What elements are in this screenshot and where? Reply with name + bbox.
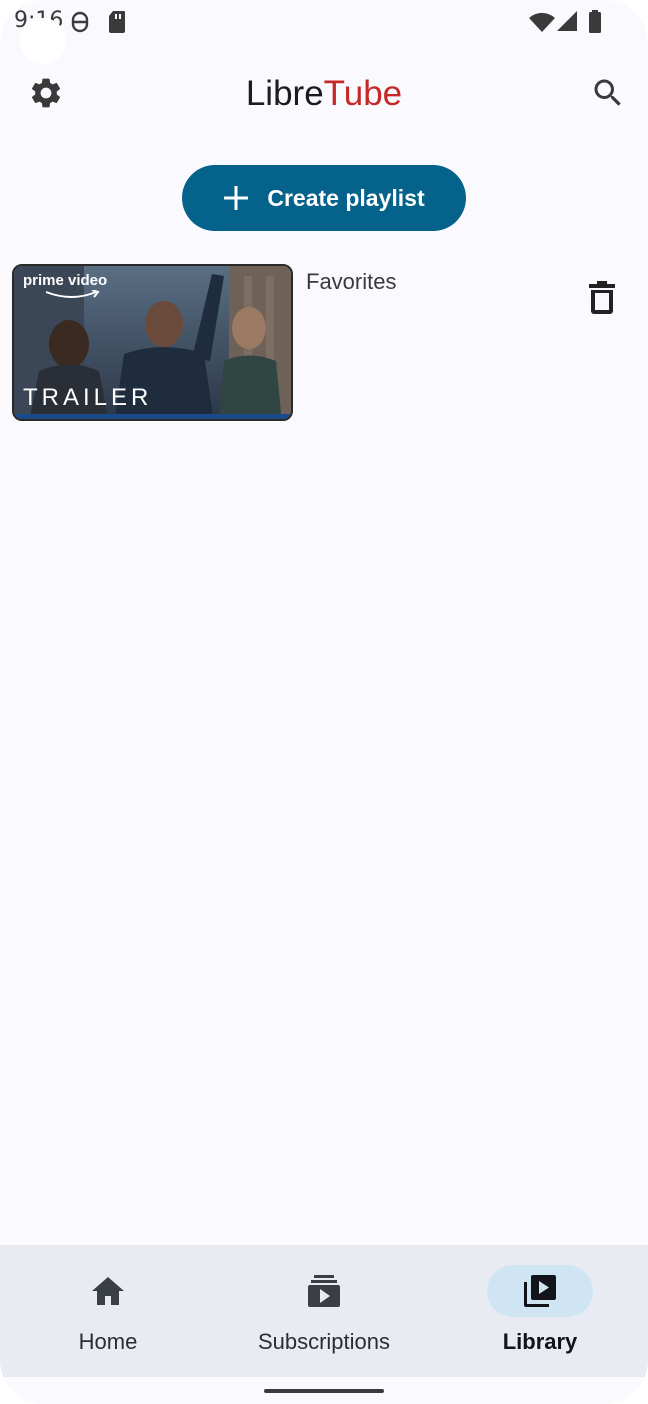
plus-icon [224, 186, 249, 210]
sd-card-icon [109, 11, 125, 33]
prime-smile-logo [45, 290, 100, 298]
signal-icon [557, 11, 577, 31]
nav-label-subscriptions: Subscriptions [257, 1329, 391, 1354]
bottom-navigation: Home Subscriptions Library [0, 1245, 648, 1377]
app-screen: 9:16 LibreTube [0, 0, 648, 1404]
nav-label-library: Library [502, 1329, 578, 1354]
wifi-icon [529, 12, 555, 32]
create-playlist-button[interactable]: Create playlist [182, 165, 466, 231]
nav-item-library[interactable]: Library [432, 1245, 648, 1377]
nav-item-subscriptions[interactable]: Subscriptions [216, 1245, 432, 1377]
library-icon [524, 1275, 556, 1307]
search-icon [594, 79, 621, 106]
thumbnail-badge: prime video [23, 272, 108, 289]
search-button[interactable] [583, 68, 633, 118]
battery-icon [589, 10, 601, 33]
nav-item-home[interactable]: Home [0, 1245, 216, 1377]
camera-cutout [20, 18, 66, 64]
gesture-navigation-bar[interactable] [264, 1389, 384, 1393]
thumbnail-caption: TRAILER [23, 384, 153, 411]
app-title: LibreTube [0, 74, 648, 114]
delete-playlist-button[interactable] [578, 274, 626, 322]
face-icon [71, 11, 89, 33]
delete-icon [589, 281, 615, 314]
app-title-part1: Libre [245, 74, 324, 113]
top-app-bar: LibreTube [0, 60, 648, 126]
home-icon [92, 1277, 124, 1305]
playlist-thumbnail[interactable]: prime video TRAILER [12, 264, 293, 421]
playlist-row[interactable]: prime video TRAILER Favorites [12, 264, 636, 422]
nav-label-home: Home [78, 1329, 138, 1354]
create-playlist-label: Create playlist [267, 184, 425, 211]
status-bar: 9:16 [0, 0, 648, 64]
playlist-name: Favorites [306, 269, 397, 294]
subscriptions-icon [308, 1275, 340, 1307]
app-title-part2: Tube [323, 74, 403, 113]
